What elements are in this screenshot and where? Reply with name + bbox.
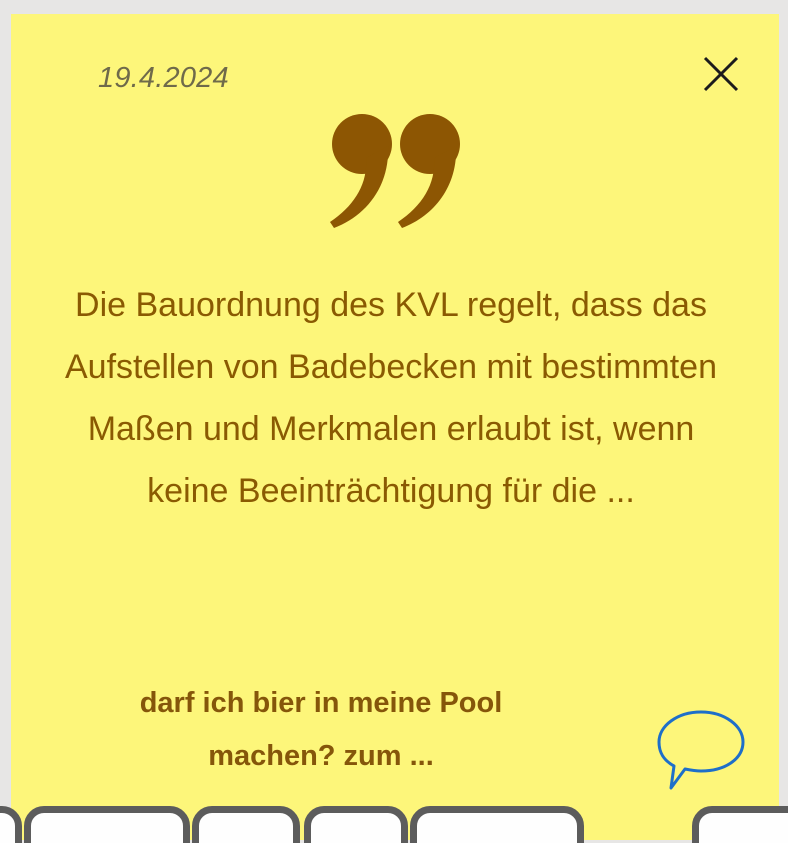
quote-text: Die Bauordnung des KVL regelt, dass das … (64, 286, 717, 510)
tab-partial-right[interactable] (692, 806, 788, 843)
note-date: 19.4.2024 (98, 62, 229, 94)
bottom-tab-strip (0, 800, 788, 843)
question-link[interactable]: darf ich bier in meine Pool machen? zum … (81, 677, 561, 783)
tab-1[interactable] (24, 806, 190, 843)
quote-icon (326, 106, 466, 231)
tab-4[interactable] (410, 806, 584, 843)
tab-3[interactable] (304, 806, 408, 843)
screen: 19.4.2024 Die Bauordnung des KVL regelt,… (0, 0, 788, 843)
close-icon[interactable] (701, 54, 741, 94)
tab-partial-left[interactable] (0, 806, 22, 843)
sticky-note-card: 19.4.2024 Die Bauordnung des KVL regelt,… (11, 14, 779, 840)
tab-2[interactable] (192, 806, 300, 843)
speech-bubble-icon[interactable] (655, 704, 747, 794)
